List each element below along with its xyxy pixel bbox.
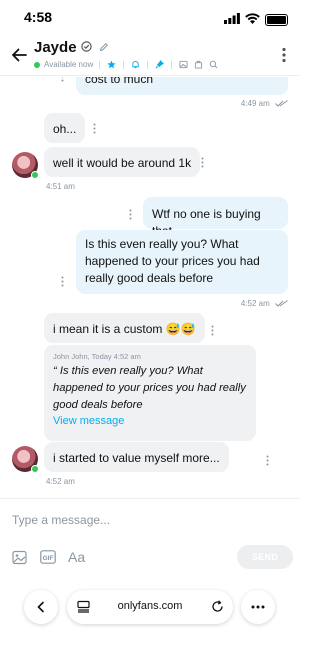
address-bar[interactable]: onlyfans.com [67, 590, 233, 624]
browser-toolbar: onlyfans.com [0, 582, 300, 649]
wifi-icon [245, 11, 260, 29]
online-indicator [31, 465, 39, 473]
message-text: Is this even really you? What happened t… [85, 237, 260, 285]
browser-more-button[interactable] [241, 590, 275, 624]
message-time: 4:51 am [46, 182, 75, 191]
message-text: oh... [53, 122, 77, 136]
page-url: onlyfans.com [117, 600, 183, 612]
outgoing-message[interactable]: Is this even really you? What happened t… [76, 230, 288, 294]
message-options-icon[interactable] [201, 157, 204, 168]
pin-icon[interactable] [154, 59, 165, 70]
more-options-icon[interactable] [282, 47, 286, 63]
gif-icon[interactable]: GIF [40, 548, 56, 566]
back-arrow-icon[interactable] [10, 46, 28, 64]
outgoing-message[interactable]: Wtf no one is buying that [143, 197, 288, 238]
battery-icon [265, 14, 288, 26]
image-icon[interactable] [178, 59, 189, 70]
message-text: cost to much [85, 77, 154, 86]
svg-text:GIF: GIF [43, 555, 54, 562]
chevron-left-icon [37, 601, 44, 613]
message-input[interactable]: Type a message... [12, 513, 110, 527]
presence-row: Available now [34, 59, 219, 70]
message-text: well it would be around 1k [53, 156, 192, 170]
quote-header: John John, Today 4:52 am [53, 352, 141, 361]
send-button[interactable]: SEND [237, 545, 293, 569]
star-icon[interactable] [106, 59, 117, 70]
message-text: i mean it is a custom 😅😅 [53, 322, 196, 336]
message-text: i started to value myself more... [53, 451, 220, 465]
message-options-icon[interactable] [93, 123, 96, 134]
more-horizontal-icon [251, 605, 265, 609]
reload-icon[interactable] [211, 600, 224, 618]
message-options-icon[interactable] [61, 276, 64, 287]
online-indicator [31, 171, 39, 179]
incoming-message[interactable]: i mean it is a custom 😅😅 [44, 313, 205, 343]
incoming-message[interactable]: oh... [44, 113, 86, 143]
message-list[interactable]: cost to much 4:49 am oh... well it would… [0, 77, 300, 498]
clock: 4:58 [24, 9, 53, 25]
incoming-message[interactable]: well it would be around 1k [44, 147, 201, 177]
text-format-icon[interactable]: Aa [68, 548, 85, 566]
quoted-message: John John, Today 4:52 am “ Is this even … [44, 345, 256, 441]
search-icon[interactable] [208, 59, 219, 70]
view-message-link[interactable]: View message [53, 415, 247, 427]
vault-icon[interactable] [193, 59, 204, 70]
message-composer: Type a message... GIF Aa SEND [0, 498, 300, 582]
bell-icon[interactable] [130, 59, 141, 70]
edit-pencil-icon[interactable] [99, 39, 109, 56]
verified-icon [80, 39, 92, 56]
system-icons [224, 11, 288, 29]
online-dot [34, 61, 40, 68]
message-time: 4:52 am [46, 477, 75, 486]
message-options-icon[interactable] [61, 77, 64, 82]
contact-name-row[interactable]: Jayde [34, 39, 109, 56]
browser-back-button[interactable] [24, 590, 58, 624]
outgoing-message[interactable]: cost to much [76, 77, 288, 95]
contact-avatar[interactable] [12, 152, 39, 179]
presence-status: Available now [44, 60, 94, 69]
message-time: 4:49 am [241, 99, 288, 108]
quote-text: “ Is this even really you? What happened… [53, 365, 246, 411]
signal-icon [224, 11, 240, 29]
contact-avatar[interactable] [12, 446, 39, 473]
message-options-icon[interactable] [129, 209, 132, 220]
message-options-icon[interactable] [211, 325, 214, 336]
read-checks-icon [275, 100, 288, 108]
chat-header: Jayde Available now [0, 34, 300, 76]
message-options-icon[interactable] [266, 455, 269, 466]
contact-name[interactable]: Jayde [34, 39, 77, 56]
incoming-message[interactable]: i started to value myself more... [44, 442, 229, 472]
status-bar: 4:58 [0, 0, 300, 34]
read-checks-icon [275, 300, 288, 308]
image-upload-icon[interactable] [12, 548, 27, 566]
message-time: 4:52 am [241, 299, 288, 308]
